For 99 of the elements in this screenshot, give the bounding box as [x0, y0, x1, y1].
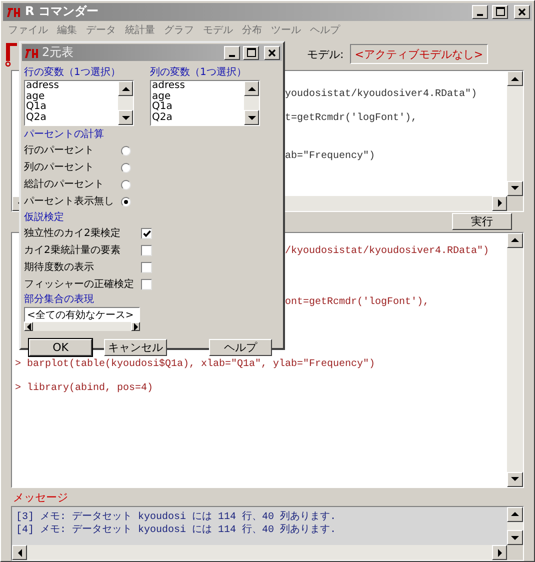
radio-button[interactable] — [121, 162, 131, 172]
list-label: 行の変数（1つ選択） — [24, 66, 120, 80]
scroll-right-button[interactable] — [131, 322, 140, 331]
checkbox[interactable] — [141, 228, 152, 239]
scroll-left-button[interactable] — [12, 545, 27, 560]
right-arrow-icon — [496, 199, 502, 208]
option-label: パーセント表示無し — [24, 195, 115, 208]
left-arrow-icon — [16, 548, 22, 557]
scroll-up-button[interactable] — [507, 232, 523, 248]
horizontal-scrollbar[interactable] — [12, 545, 507, 560]
maximize-button[interactable] — [492, 4, 508, 19]
minimize-button[interactable] — [472, 4, 488, 19]
radio-button[interactable] — [121, 180, 131, 190]
maximize-icon — [496, 7, 504, 16]
scroll-down-button[interactable] — [507, 180, 523, 196]
down-arrow-icon — [511, 476, 519, 482]
checkbox[interactable] — [141, 279, 152, 290]
list-label: 列の変数（1つ選択） — [150, 66, 246, 80]
check-icon — [142, 230, 150, 237]
up-arrow-icon — [511, 76, 519, 82]
maximize-button[interactable] — [243, 46, 259, 60]
option-label: 列のパーセント — [24, 161, 95, 174]
list-item[interactable]: Q2a — [152, 112, 172, 123]
dialog-button[interactable]: ヘルプ — [209, 339, 272, 356]
output-line: > barplot(table(kyoudosi$Q1a), xlab="Q1a", ylab="Frequency") — [15, 358, 376, 371]
list-item[interactable]: age — [26, 92, 45, 102]
logo-icon — [5, 41, 17, 68]
close-icon — [518, 8, 526, 16]
scroll-down-button[interactable] — [118, 110, 133, 125]
run-button[interactable]: 実行 — [452, 213, 512, 230]
scroll-left-button[interactable] — [24, 322, 33, 331]
list-item[interactable]: Q1a — [152, 102, 172, 112]
option-label: 独立性のカイ2乗検定 — [24, 227, 122, 240]
up-arrow-icon — [511, 511, 519, 518]
vertical-scrollbar[interactable] — [507, 71, 523, 196]
list-item[interactable]: Q2a — [26, 112, 46, 123]
down-arrow-icon — [122, 114, 130, 120]
output-line: ont=getRcmdr('logFont'), — [285, 296, 430, 309]
vertical-scrollbar[interactable] — [118, 81, 133, 125]
right-arrow-icon — [496, 548, 502, 557]
section-label: パーセントの計算 — [24, 128, 104, 142]
option-label: カイ2乗統計量の要素 — [24, 244, 122, 257]
section-label: 部分集合の表現 — [24, 293, 94, 307]
checkbox[interactable] — [141, 262, 152, 273]
minimize-button[interactable] — [224, 46, 240, 60]
output-line: > library(abind, pos=4) — [15, 382, 154, 395]
right-arrow-icon — [132, 322, 138, 330]
messages-label: メッセージ — [13, 490, 68, 504]
message-line: [3] メモ: データセット kyoudosi には 114 行、40 列あります. — [16, 510, 336, 524]
vertical-scrollbar[interactable] — [244, 81, 259, 125]
close-button[interactable] — [514, 4, 530, 19]
option-label: 期待度数の表示 — [24, 261, 95, 274]
script-line: t=getRcmdr('logFont'), — [285, 113, 418, 126]
radio-button[interactable] — [121, 146, 131, 156]
scroll-down-button[interactable] — [507, 472, 523, 487]
scroll-right-button[interactable] — [492, 196, 507, 211]
scroll-up-button[interactable] — [118, 81, 133, 96]
maximize-icon — [246, 48, 256, 57]
scroll-right-button[interactable] — [492, 545, 507, 560]
dialog-button[interactable]: OK — [29, 339, 92, 356]
down-arrow-icon — [248, 114, 256, 120]
dialog-title: 2元表 — [42, 44, 75, 61]
up-arrow-icon — [122, 86, 130, 92]
scroll-up-button[interactable] — [507, 71, 523, 86]
close-icon — [268, 48, 276, 56]
script-line: youdosistat/kyoudosiver4.RData") — [285, 89, 478, 102]
output-line: /kyoudosistat/kyoudosiver4.RData") — [285, 246, 490, 258]
option-label: フィッシャーの正確検定 — [24, 278, 135, 291]
checkbox[interactable] — [141, 245, 152, 256]
down-arrow-icon — [511, 534, 519, 541]
section-label: 仮説検定 — [24, 211, 64, 225]
up-arrow-icon — [248, 86, 256, 92]
list-item[interactable]: age — [152, 92, 171, 102]
option-label: 行のパーセント — [24, 144, 95, 157]
model-button[interactable]: <アクティブモデルなし> — [350, 44, 488, 64]
scroll-down-button[interactable] — [507, 530, 523, 546]
down-arrow-icon — [511, 185, 519, 192]
model-label: モデル: — [307, 46, 344, 62]
minimize-icon — [477, 14, 483, 16]
radio-button[interactable] — [121, 196, 131, 206]
scroll-down-button[interactable] — [244, 110, 259, 125]
vertical-scrollbar[interactable] — [507, 506, 523, 546]
vertical-scrollbar[interactable] — [507, 232, 523, 487]
left-arrow-icon — [26, 322, 32, 330]
up-arrow-icon — [511, 237, 519, 244]
app-icon — [7, 6, 21, 17]
scroll-up-button[interactable] — [244, 81, 259, 96]
subset-field[interactable]: <全ての有効なケース> — [24, 307, 140, 322]
message-line: [4] メモ: データセット kyoudosi には 114 行、40 列あります. — [16, 524, 336, 537]
window-title: R コマンダー — [25, 3, 100, 20]
close-button[interactable] — [264, 46, 280, 60]
script-line: ab="Frequency") — [285, 151, 376, 164]
option-label: 総計のパーセント — [24, 178, 105, 191]
app-icon — [25, 48, 39, 58]
horizontal-scrollbar[interactable] — [24, 322, 140, 331]
dialog-button[interactable]: キャンセル — [104, 339, 167, 356]
list-item[interactable]: Q1a — [26, 102, 46, 112]
minimize-icon — [229, 54, 235, 56]
scroll-up-button[interactable] — [507, 506, 523, 522]
